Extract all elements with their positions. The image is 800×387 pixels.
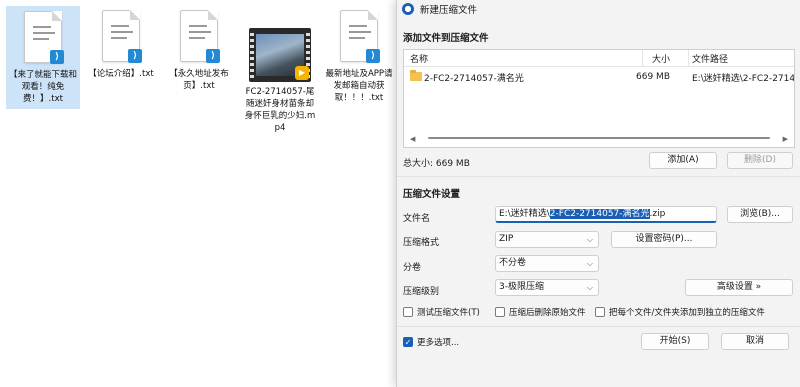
file-list[interactable]: 名称 大小 文件路径 2-FC2-2714057-满名光 669 MB E:\迷… <box>403 49 795 148</box>
checkbox-label: 更多选项... <box>417 338 460 348</box>
app-icon: ● <box>402 3 414 15</box>
filename-suffix: .zip <box>649 209 666 219</box>
row-name: 2-FC2-2714057-满名光 <box>424 73 524 84</box>
text-file-icon: ⟩ <box>24 11 64 64</box>
text-file-icon: ⟩ <box>340 10 380 63</box>
checkbox-box <box>495 307 505 317</box>
set-password-button[interactable]: 设置密码(P)... <box>611 231 717 248</box>
format-value: ZIP <box>499 234 514 244</box>
split-select[interactable]: 不分卷 ⌵ <box>495 255 599 272</box>
format-label: 压缩格式 <box>403 238 440 248</box>
new-archive-dialog: ● 新建压缩文件 添加文件到压缩文件 名称 大小 文件路径 2-FC2-2714… <box>396 0 800 387</box>
desktop-file-3[interactable]: ⟩ 【永久地址发布页】.txt <box>162 6 236 95</box>
text-file-icon: ⟩ <box>180 10 220 63</box>
check-icon: ✓ <box>403 337 413 347</box>
add-button[interactable]: 添加(A) <box>649 152 717 169</box>
row-size: 669 MB <box>636 72 670 82</box>
more-options-checkbox[interactable]: ✓ 更多选项... <box>403 336 459 348</box>
chevron-down-icon: ⌵ <box>586 235 593 244</box>
column-size[interactable]: 大小 <box>652 52 670 65</box>
column-path[interactable]: 文件路径 <box>692 52 728 65</box>
vscode-badge-icon: ⟩ <box>366 49 380 63</box>
folder-icon <box>410 70 422 81</box>
file-label: 最新地址及APP请发邮箱自动获取！！！.txt <box>325 69 393 103</box>
video-file-icon: ▶ <box>249 28 311 82</box>
level-label: 压缩级别 <box>403 287 440 297</box>
filename-label: 文件名 <box>403 214 431 224</box>
checkbox-label: 测试压缩文件(T) <box>417 308 480 318</box>
level-select[interactable]: 3-极限压缩 ⌵ <box>495 279 599 296</box>
total-size: 总大小: 669 MB <box>403 159 470 169</box>
dialog-title: 新建压缩文件 <box>420 5 478 16</box>
play-badge-icon: ▶ <box>295 66 309 80</box>
cancel-button[interactable]: 取消 <box>721 333 789 350</box>
scroll-left-icon[interactable]: ◀ <box>410 135 415 143</box>
start-button[interactable]: 开始(S) <box>641 333 709 350</box>
level-value: 3-极限压缩 <box>499 282 544 292</box>
chevron-down-icon: ⌵ <box>586 259 593 268</box>
vscode-badge-icon: ⟩ <box>50 50 64 64</box>
delete-button[interactable]: 删除(D) <box>727 152 793 169</box>
desktop-file-4[interactable]: ▶ FC2-2714057-尾随迷奸身材苗条却身怀巨乳的少妇.mp4 <box>242 6 318 137</box>
test-archive-checkbox[interactable]: 测试压缩文件(T) <box>403 306 480 318</box>
checkbox-label: 把每个文件/文件夹添加到独立的压缩文件 <box>609 308 765 318</box>
file-label: 【论坛介绍】.txt <box>88 69 154 79</box>
row-path: E:\迷奸精选\2-FC2-2714057 <box>692 73 794 84</box>
dialog-titlebar[interactable]: ● 新建压缩文件 <box>397 0 800 18</box>
split-label: 分卷 <box>403 263 422 273</box>
add-files-section-title: 添加文件到压缩文件 <box>403 33 489 44</box>
checkbox-box <box>595 307 605 317</box>
file-label: FC2-2714057-尾随迷奸身材苗条却身怀巨乳的少妇.mp4 <box>244 87 316 133</box>
file-label: 【永久地址发布页】.txt <box>169 69 229 91</box>
split-value: 不分卷 <box>499 258 527 268</box>
browse-button[interactable]: 浏览(B)... <box>727 206 793 223</box>
filename-prefix: E:\迷奸精选\ <box>499 209 550 219</box>
chevron-down-icon: ⌵ <box>586 283 593 292</box>
desktop-file-2[interactable]: ⟩ 【论坛介绍】.txt <box>84 6 158 83</box>
advanced-settings-button[interactable]: 高级设置 » <box>685 279 793 296</box>
checkbox-label: 压缩后删除原始文件 <box>509 308 586 318</box>
format-select[interactable]: ZIP ⌵ <box>495 231 599 248</box>
filename-selected: 2-FC2-2714057-满名光 <box>549 209 650 219</box>
column-name[interactable]: 名称 <box>410 52 428 65</box>
list-item[interactable]: 2-FC2-2714057-满名光 669 MB E:\迷奸精选\2-FC2-2… <box>404 69 794 85</box>
file-label: 【来了就能下载和观看！纯免费！】.txt <box>9 70 78 104</box>
list-header: 名称 大小 文件路径 <box>404 50 794 67</box>
desktop-file-5[interactable]: ⟩ 最新地址及APP请发邮箱自动获取！！！.txt <box>322 6 396 107</box>
horizontal-scrollbar[interactable] <box>428 137 770 139</box>
text-file-icon: ⟩ <box>102 10 142 63</box>
desktop-file-1[interactable]: ⟩ 【来了就能下载和观看！纯免费！】.txt <box>6 6 80 109</box>
checkbox-box <box>403 307 413 317</box>
scroll-right-icon[interactable]: ▶ <box>783 135 788 143</box>
vscode-badge-icon: ⟩ <box>206 49 220 63</box>
settings-section-title: 压缩文件设置 <box>403 189 461 200</box>
delete-after-checkbox[interactable]: 压缩后删除原始文件 <box>495 306 586 318</box>
filename-input[interactable]: E:\迷奸精选\2-FC2-2714057-满名光.zip <box>495 206 717 223</box>
each-separate-checkbox[interactable]: 把每个文件/文件夹添加到独立的压缩文件 <box>595 306 765 318</box>
vscode-badge-icon: ⟩ <box>128 49 142 63</box>
